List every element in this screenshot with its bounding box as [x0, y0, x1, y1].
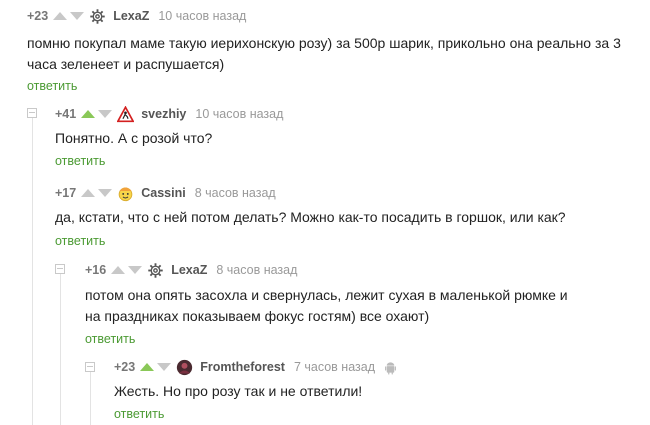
comment-rating: +17	[55, 186, 77, 200]
downvote-icon[interactable]	[98, 110, 113, 118]
comment-rating: +16	[85, 263, 107, 277]
comment-time[interactable]: 8 часов назад	[216, 263, 297, 277]
author-name[interactable]: Cassini	[141, 186, 185, 200]
comment-time[interactable]: 8 часов назад	[195, 186, 276, 200]
comment-header: +16 LexaZ 8 часов назад	[85, 261, 297, 279]
downvote-icon[interactable]	[98, 189, 113, 197]
comment-header: +23 LexaZ 10 часов назад	[27, 7, 246, 25]
upvote-icon[interactable]	[81, 110, 96, 118]
comment-rating: +23	[114, 360, 136, 374]
author-name[interactable]: Fromtheforest	[200, 360, 285, 374]
reply-link[interactable]: ответить	[114, 407, 164, 421]
emoji-face-icon[interactable]	[117, 185, 134, 202]
author-name[interactable]: svezhiy	[141, 107, 186, 121]
comment-text: да, кстати, что с ней потом делать? Можн…	[55, 209, 566, 225]
comment-header: +41 svezhiy 10 часов назад	[55, 105, 283, 123]
comment-text: Понятно. А с розой что?	[55, 130, 213, 146]
comment-rating: +41	[55, 107, 77, 121]
upvote-icon[interactable]	[53, 12, 68, 20]
roadwork-sign-icon[interactable]	[117, 105, 135, 123]
collapse-toggle[interactable]	[85, 362, 95, 372]
reply-link[interactable]: ответить	[85, 332, 135, 346]
comment-text: помню покупал маме такую иерихонскую роз…	[27, 35, 621, 72]
upvote-icon[interactable]	[140, 363, 155, 371]
reply-link[interactable]: ответить	[27, 79, 77, 93]
thread-line[interactable]	[32, 112, 33, 425]
reply-link[interactable]: ответить	[55, 154, 105, 168]
upvote-icon[interactable]	[81, 189, 96, 197]
author-name[interactable]: LexaZ	[113, 9, 149, 23]
comment-rating: +23	[27, 9, 49, 23]
thread-line[interactable]	[60, 268, 61, 425]
comment-time[interactable]: 7 часов назад	[294, 360, 375, 374]
comment-text: потом она опять засохла и свернулась, ле…	[85, 287, 568, 324]
comment-text: Жесть. Но про розу так и не ответили!	[114, 383, 363, 399]
downvote-icon[interactable]	[128, 266, 143, 274]
collapse-toggle[interactable]	[27, 108, 37, 118]
comment-time[interactable]: 10 часов назад	[158, 9, 246, 23]
downvote-icon[interactable]	[70, 12, 85, 20]
comment-header: +23 Fromtheforest 7 часов назад	[114, 358, 398, 376]
downvote-icon[interactable]	[157, 363, 172, 371]
reply-link[interactable]: ответить	[55, 234, 105, 248]
author-name[interactable]: LexaZ	[171, 263, 207, 277]
gear-icon[interactable]	[89, 8, 106, 25]
upvote-icon[interactable]	[111, 266, 126, 274]
gear-icon[interactable]	[147, 262, 164, 279]
user-photo-icon[interactable]	[176, 359, 193, 376]
comment-time[interactable]: 10 часов назад	[195, 107, 283, 121]
collapse-toggle[interactable]	[55, 264, 65, 274]
comment-header: +17 Cassini 8 часов назад	[55, 184, 276, 202]
thread-line[interactable]	[90, 366, 91, 425]
android-icon	[383, 360, 398, 375]
